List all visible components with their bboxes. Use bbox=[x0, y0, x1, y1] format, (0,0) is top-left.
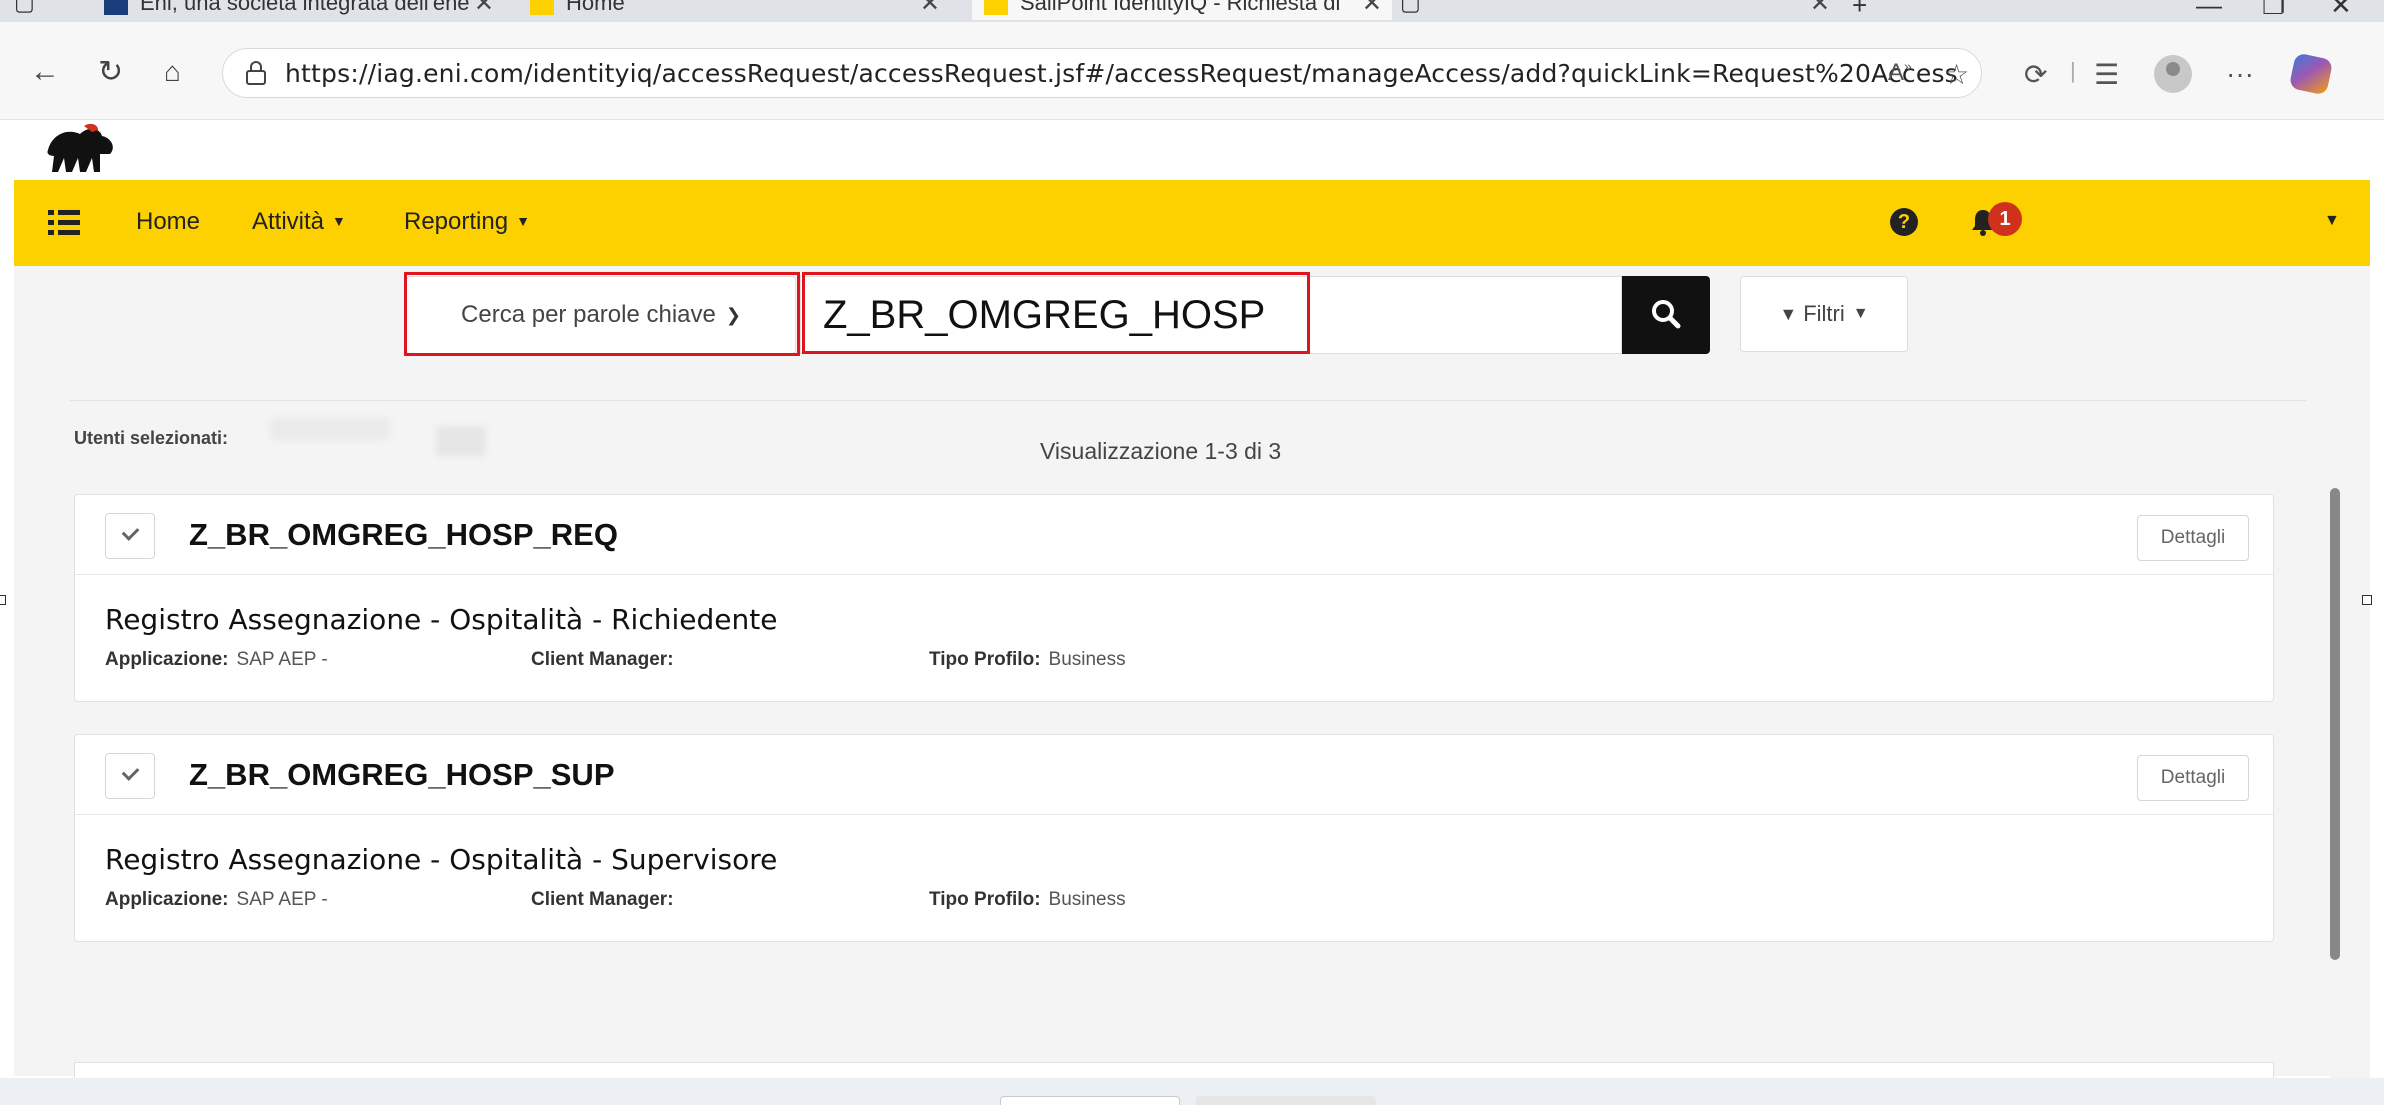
result-card: Z_BR_OMGREG_HOSP_REQ Dettagli Registro A… bbox=[74, 494, 2274, 702]
menu-list-icon[interactable] bbox=[48, 210, 80, 236]
meta-profile-type: Tipo Profilo: Business bbox=[929, 649, 1126, 670]
search-icon bbox=[1652, 300, 1681, 329]
meta-client-manager: Client Manager: bbox=[531, 649, 674, 670]
copilot-icon[interactable] bbox=[2288, 52, 2334, 96]
scrollbar-thumb[interactable] bbox=[2330, 488, 2340, 960]
browser-tab-strip: ▢ Eni, una società integrata dell'ene ✕ … bbox=[0, 0, 2384, 22]
nav-attivita[interactable]: Attività ▼ bbox=[252, 208, 346, 236]
eni-favicon-icon bbox=[984, 0, 1008, 15]
restore-icon[interactable]: ❐ bbox=[2262, 0, 2285, 21]
tab-title: Eni, una società integrata dell'ene bbox=[140, 0, 470, 15]
window-close-icon[interactable]: ✕ bbox=[2330, 0, 2352, 21]
notification-badge[interactable]: 1 bbox=[1988, 202, 2022, 236]
card-title: Z_BR_OMGREG_HOSP_REQ bbox=[189, 517, 618, 552]
result-card: Z_BR_OMGREG_HOSP_SUP Dettagli Registro A… bbox=[74, 734, 2274, 942]
tab-sidebar-toggle[interactable]: ▢ bbox=[14, 0, 35, 20]
search-mode-dropdown[interactable]: Cerca per parole chiave ❯ bbox=[406, 276, 796, 354]
chevron-down-icon: ❯ bbox=[725, 304, 741, 325]
selected-users-label: Utenti selezionati: bbox=[74, 428, 229, 448]
address-bar: ← ↻ ⌂ https://iag.eni.com/identityiq/acc… bbox=[0, 22, 2384, 120]
home-favicon-icon bbox=[530, 0, 554, 15]
results-count: Visualizzazione 1-3 di 3 bbox=[1040, 438, 1282, 464]
refresh-icon[interactable]: ↻ bbox=[98, 55, 123, 90]
close-tab-icon[interactable]: ✕ bbox=[920, 0, 940, 18]
divider bbox=[70, 400, 2306, 401]
meta-application: Applicazione: SAP AEP - bbox=[105, 889, 328, 910]
meta-application: Applicazione: SAP AEP - bbox=[105, 649, 328, 670]
footer-button[interactable] bbox=[1000, 1096, 1180, 1105]
browser-tab-other[interactable]: ▢ ✕ bbox=[1400, 0, 1840, 20]
details-button[interactable]: Dettagli bbox=[2137, 515, 2249, 561]
footer-strip bbox=[0, 1078, 2384, 1105]
new-tab-icon[interactable]: + bbox=[1852, 0, 1867, 21]
extensions-icon[interactable]: ⟳ bbox=[2024, 58, 2047, 91]
edge-marker bbox=[2362, 595, 2372, 605]
read-aloud-icon[interactable]: A» bbox=[1888, 58, 1912, 87]
footer-button[interactable] bbox=[1196, 1096, 1376, 1105]
minimize-icon[interactable]: — bbox=[2196, 0, 2222, 21]
caret-down-icon: ▼ bbox=[332, 213, 346, 229]
card-header: Z_BR_OMGREG_HOSP_REQ Dettagli bbox=[75, 495, 2273, 575]
filters-label: Filtri bbox=[1803, 301, 1845, 326]
favorite-icon[interactable]: ☆ bbox=[1944, 58, 1969, 91]
select-checkbox[interactable] bbox=[105, 513, 155, 559]
eni-logo[interactable] bbox=[42, 120, 122, 178]
page-icon: ▢ bbox=[1400, 0, 1421, 15]
browser-tab-home[interactable]: Home ✕ bbox=[530, 0, 950, 20]
close-tab-icon[interactable]: ✕ bbox=[1810, 0, 1830, 18]
toolbar-separator: | bbox=[2070, 58, 2076, 83]
browser-tab-sailpoint[interactable]: SailPoint IdentityIQ - Richiesta di ✕ bbox=[972, 0, 1392, 20]
details-button[interactable]: Dettagli bbox=[2137, 755, 2249, 801]
select-checkbox[interactable] bbox=[105, 753, 155, 799]
close-tab-icon[interactable]: ✕ bbox=[474, 0, 494, 18]
tab-title: Home bbox=[566, 0, 625, 15]
user-menu-caret-icon[interactable]: ▼ bbox=[2324, 212, 2340, 230]
logo-band bbox=[14, 120, 2370, 182]
redacted-user bbox=[270, 418, 390, 440]
main-navbar: Home Attività ▼ Reporting ▼ ? 1 ▼ bbox=[14, 180, 2370, 266]
home-icon[interactable]: ⌂ bbox=[164, 56, 181, 88]
profile-icon[interactable] bbox=[2154, 55, 2192, 93]
filters-button[interactable]: ▼ Filtri ▼ bbox=[1740, 276, 1908, 352]
url-text[interactable]: https://iag.eni.com/identityiq/accessReq… bbox=[285, 59, 1958, 88]
tab-title: SailPoint IdentityIQ - Richiesta di bbox=[1020, 0, 1341, 15]
meta-profile-type: Tipo Profilo: Business bbox=[929, 889, 1126, 910]
card-title: Z_BR_OMGREG_HOSP_SUP bbox=[189, 757, 615, 792]
search-mode-label: Cerca per parole chiave bbox=[461, 301, 716, 328]
card-header: Z_BR_OMGREG_HOSP_SUP Dettagli bbox=[75, 735, 2273, 815]
chevron-down-icon: ▼ bbox=[1852, 305, 1869, 322]
close-tab-icon[interactable]: ✕ bbox=[1362, 0, 1382, 18]
search-query-text[interactable]: Z_BR_OMGREG_HOSP bbox=[823, 293, 1265, 338]
caret-down-icon: ▼ bbox=[516, 213, 530, 229]
help-icon[interactable]: ? bbox=[1890, 208, 1918, 236]
eni-favicon-icon bbox=[104, 0, 128, 15]
search-button[interactable] bbox=[1622, 276, 1710, 354]
more-icon[interactable]: ··· bbox=[2226, 58, 2254, 90]
lock-icon[interactable] bbox=[245, 60, 267, 86]
nav-home[interactable]: Home bbox=[136, 208, 200, 236]
collections-icon[interactable]: ☰ bbox=[2094, 58, 2119, 91]
card-description: Registro Assegnazione - Ospitalità - Sup… bbox=[105, 843, 778, 876]
edge-marker bbox=[0, 595, 6, 605]
back-icon[interactable]: ← bbox=[30, 55, 60, 89]
url-field[interactable]: https://iag.eni.com/identityiq/accessReq… bbox=[222, 48, 1982, 98]
redacted-user bbox=[436, 426, 486, 456]
browser-tab-eni[interactable]: Eni, una società integrata dell'ene ✕ bbox=[104, 0, 504, 20]
filter-icon: ▼ bbox=[1779, 303, 1798, 324]
nav-reporting[interactable]: Reporting ▼ bbox=[404, 208, 530, 236]
card-description: Registro Assegnazione - Ospitalità - Ric… bbox=[105, 603, 778, 636]
search-input[interactable]: Z_BR_OMGREG_HOSP bbox=[800, 276, 1622, 354]
meta-client-manager: Client Manager: bbox=[531, 889, 674, 910]
